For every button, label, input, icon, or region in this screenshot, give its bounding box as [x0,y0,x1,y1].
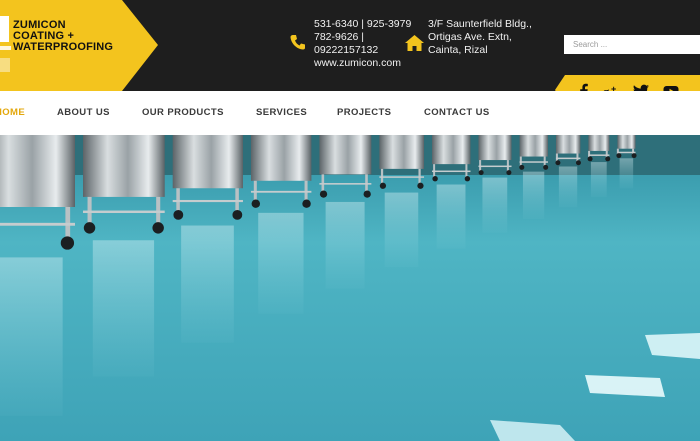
tank-reflection [92,240,155,377]
tank-frame [379,176,425,178]
tank-wheel [616,153,622,159]
nav-home[interactable]: HOME [0,107,25,118]
tank-wheel [319,190,328,198]
tank [172,135,243,189]
tank [319,135,372,175]
tank-frame [432,170,471,173]
tank-reflection [0,257,63,416]
tank-wheel [232,209,243,220]
tank [83,135,165,197]
nav-about-us[interactable]: ABOUT US [57,107,110,118]
tank-frame [519,161,548,163]
tank-wheel [417,182,424,189]
nav-our-products[interactable]: OUR PRODUCTS [142,107,224,118]
nav-projects[interactable]: PROJECTS [337,107,391,118]
tank-frame [555,157,581,160]
tank-wheel [464,176,471,182]
tank [588,135,610,151]
logo-text[interactable]: ZUMICON COATING + WATERPROOFING [13,20,133,53]
tank-reflection [384,192,419,268]
tank [478,135,512,161]
tank-reflection [558,166,578,208]
tank-wheel [379,182,387,189]
tank-reflection [325,201,365,289]
tank-frame [83,210,165,214]
tank-wheel [432,176,438,182]
tank-wheel [555,160,561,166]
tank-reflection [522,171,545,220]
tank-frame [172,199,243,203]
phone-icon [290,35,305,50]
tank-reflection [482,177,508,233]
tank-frame [250,190,312,193]
tank [519,135,548,157]
tank-wheel [83,222,96,234]
main-nav: HOME ABOUT US OUR PRODUCTS SERVICES PROJ… [0,91,700,135]
tank-wheel [363,190,371,198]
tank-wheel [60,236,75,250]
phone-line-1[interactable]: 531-6340 | 925-3979 [314,18,424,31]
tank-reflection [258,212,304,314]
tank-wheel [302,199,311,208]
tank-wheel [519,164,525,170]
tank-frame [0,222,75,226]
address-line-1: 3/F Saunterfield Bldg., [428,18,532,30]
search-input[interactable] [564,35,700,54]
tank-wheel [605,156,611,162]
tank [432,135,471,165]
tank-wheel [251,199,261,208]
tank-wheel [575,160,581,166]
tank-frame [588,154,610,156]
tank-frame [478,165,512,168]
tank [0,135,75,207]
tank-wheel [173,209,184,220]
tank-reflection [436,184,466,249]
tank-wheel [543,164,549,170]
tank [250,135,312,181]
address-line-3: Cainta, Rizal [428,44,488,56]
nav-services[interactable]: SERVICES [256,107,307,118]
tank-reflection [181,225,234,343]
hero-image [0,135,700,441]
tank-frame [319,183,372,185]
home-icon [405,35,424,51]
tank [379,135,425,169]
tank-wheel [478,170,484,176]
nav-contact-us[interactable]: CONTACT US [424,107,490,118]
logo-line-3: WATERPROOFING [13,41,114,53]
tank-reflection [590,162,607,198]
tank [555,135,581,154]
tank [617,135,636,149]
tank-wheel [587,156,593,162]
tank-wheel [631,153,637,159]
tank-wheel [506,170,512,176]
tank-reflection [619,158,634,189]
website-link[interactable]: www.zumicon.com [314,57,424,70]
epoxy-floor-photo [0,135,700,441]
address-line-2: Ortigas Ave. Extn, [428,31,512,43]
logo-icon [0,16,11,72]
address: 3/F Saunterfield Bldg., Ortigas Ave. Ext… [428,18,548,57]
tank-frame [617,151,636,154]
tank-wheel [152,222,164,234]
